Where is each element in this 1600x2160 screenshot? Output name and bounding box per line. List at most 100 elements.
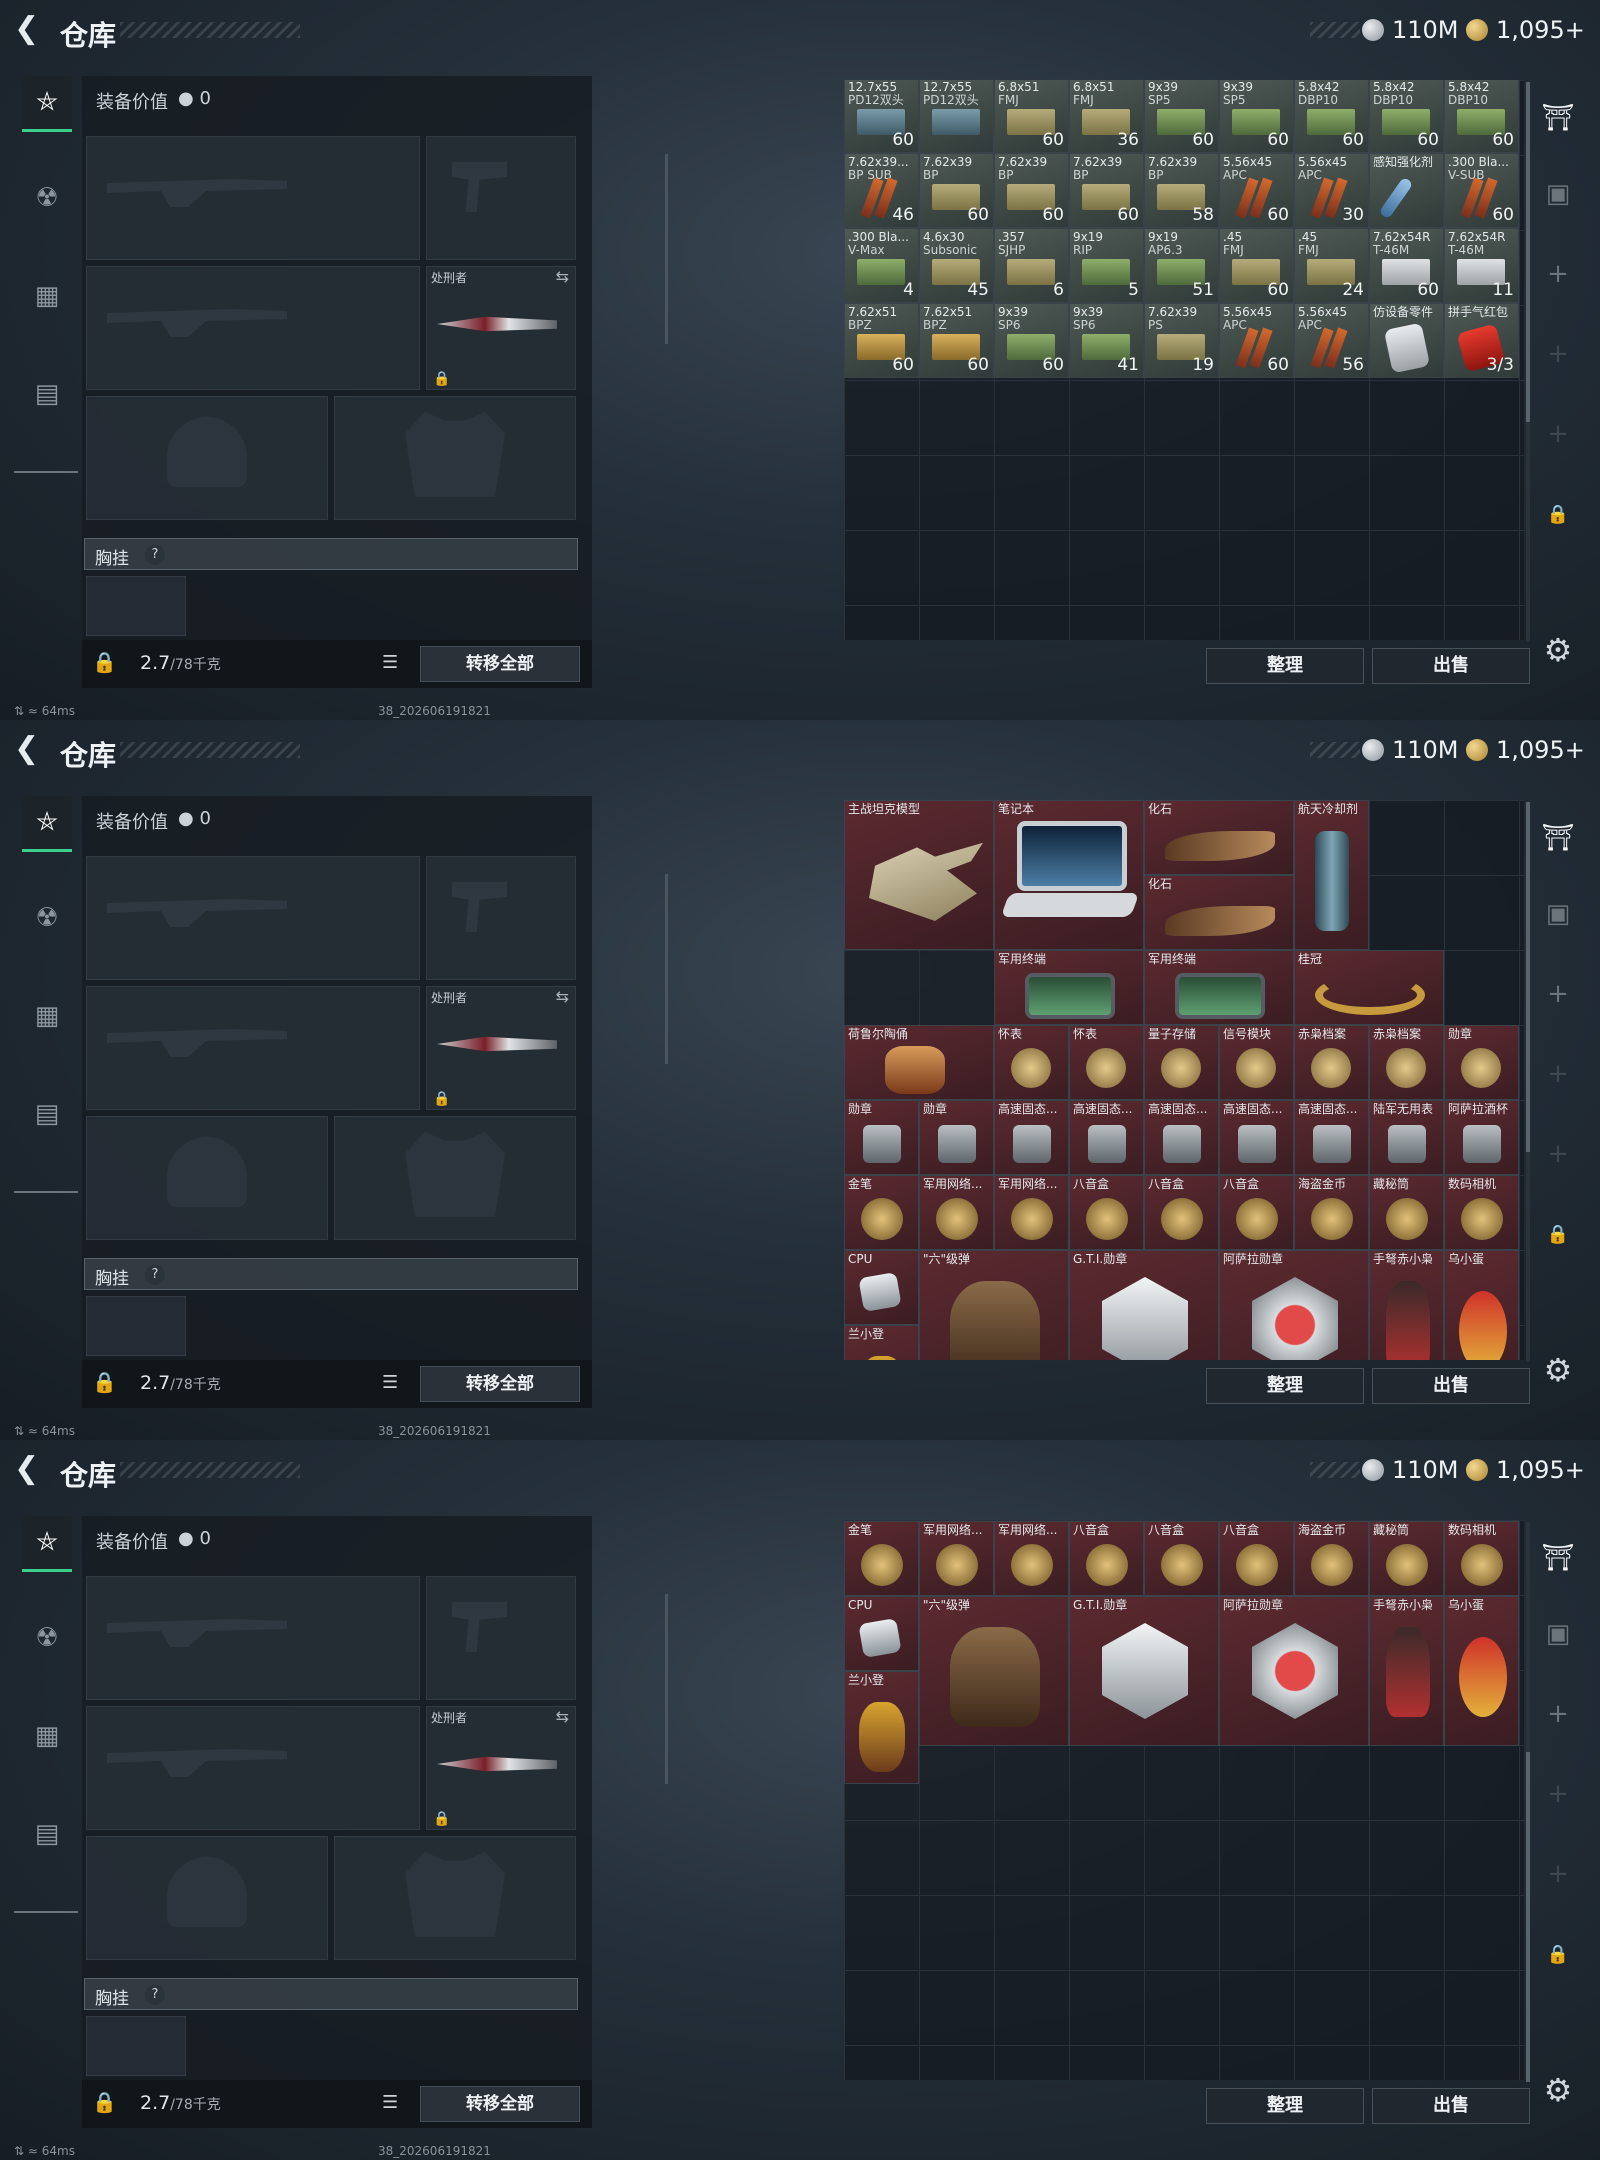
vest-tab-icon[interactable]: ▦ (22, 988, 72, 1044)
help-icon[interactable]: ? (145, 545, 165, 565)
chest-rig-header[interactable]: 胸挂? (84, 1978, 578, 2010)
ammo-item[interactable]: 6.8x51 FMJ 60 (994, 80, 1069, 153)
add-tab-icon[interactable]: + (1530, 966, 1586, 1022)
collectible[interactable]: 军用网络... (994, 1175, 1069, 1250)
gti-medal[interactable]: G.T.I.勋章 (1069, 1250, 1219, 1360)
collectible[interactable]: 八音盒 (1144, 1175, 1219, 1250)
vest-tab-icon[interactable]: ▦ (22, 1708, 72, 1764)
transfer-all-button[interactable]: 转移全部 (420, 646, 580, 682)
primary-weapon-slot[interactable] (86, 1576, 420, 1700)
secondary-weapon-slot[interactable] (86, 266, 420, 390)
secondary-weapon-slot[interactable] (86, 986, 420, 1110)
collectible[interactable]: 高速固态... (1144, 1100, 1219, 1175)
collectible[interactable]: 藏秘筒 (1369, 1175, 1444, 1250)
asala-medal[interactable]: 阿萨拉勋章 (1219, 1596, 1369, 1746)
add-tab-icon[interactable]: + (1530, 1686, 1586, 1742)
camera-tab-icon[interactable]: ▣ (1530, 166, 1586, 222)
gold-balance[interactable]: 1,095+ (1466, 1454, 1585, 1486)
collectible[interactable]: 高速固态... (994, 1100, 1069, 1175)
equipment-scrollbar[interactable] (665, 874, 668, 1064)
melee-slot[interactable]: 处刑者 ⇆ 🔒 (426, 986, 576, 1110)
cpu[interactable]: CPU (844, 1250, 919, 1325)
armor-slot[interactable] (334, 1116, 576, 1240)
ammo-item[interactable]: 12.7x55 PD12双头 (919, 80, 994, 153)
silver-balance[interactable]: 110M (1362, 734, 1459, 766)
fossil[interactable]: 化石 (1144, 800, 1294, 875)
add-tab-icon-3[interactable]: + (1530, 1846, 1586, 1902)
chest-rig-slot[interactable] (86, 1296, 186, 1356)
ammo-item[interactable]: .357 SJHP 6 (994, 228, 1069, 303)
padlock-icon[interactable]: 🔒 (92, 1370, 117, 1398)
collectible[interactable]: 勋章 (919, 1100, 994, 1175)
stash-grid[interactable]: 主战坦克模型 笔记本 化石 化石 航天冷却剂 军用终端 军用终端 桂冠 荷鲁尔陶俑 怀表 怀表 量子存… (844, 800, 1524, 1360)
silver-balance[interactable]: 110M (1362, 14, 1459, 46)
back-arrow-icon[interactable]: ❮ (14, 14, 44, 44)
camera-tab-icon[interactable]: ▣ (1530, 886, 1586, 942)
ammo-item[interactable]: 7.62x54R T-46M 60 (1369, 228, 1444, 303)
help-icon[interactable]: ? (145, 1265, 165, 1285)
lan-figure[interactable]: 兰小登 (844, 1671, 919, 1784)
chest-rig-slot[interactable] (86, 2016, 186, 2076)
add-tab-icon-3[interactable]: + (1530, 406, 1586, 462)
lan-figure[interactable]: 兰小登 (844, 1325, 919, 1360)
chest-rig-header[interactable]: 胸挂? (84, 1258, 578, 1290)
swap-icon[interactable]: ⇆ (556, 267, 569, 286)
stash-grid[interactable]: 金笔 军用网络... 军用网络... 八音盒 八音盒 八音盒 海盗金币 藏秘筒 数码相机 CPU "… (844, 1520, 1524, 2080)
helmet-slot[interactable] (86, 1836, 328, 1960)
pistol-slot[interactable] (426, 1576, 576, 1700)
gun-tab-icon[interactable]: ⛤ (22, 796, 72, 852)
ammo-item[interactable]: 7.62x39 BP 60 (994, 153, 1069, 228)
collectible[interactable]: 金笔 (844, 1521, 919, 1596)
collectible[interactable]: 陆军无用表 (1369, 1100, 1444, 1175)
ammo-item[interactable]: 7.62x39 PS 19 (1144, 303, 1219, 378)
settings-gear-icon[interactable]: ⚙ (1540, 632, 1576, 668)
sell-button[interactable]: 出售 (1372, 2088, 1530, 2124)
ammo-item[interactable]: 9x19 RIP 5 (1069, 228, 1144, 303)
ammo-item[interactable]: 9x39 SP5 60 (1219, 80, 1294, 153)
gold-balance[interactable]: 1,095+ (1466, 14, 1585, 46)
ammo-item[interactable]: 7.62x39... BP SUB 46 (844, 153, 919, 228)
sell-button[interactable]: 出售 (1372, 1368, 1530, 1404)
locked-tab-icon[interactable]: 🔒 (1530, 486, 1586, 542)
melee-slot[interactable]: 处刑者 ⇆ 🔒 (426, 266, 576, 390)
briefcase-tab-icon[interactable]: ▤ (22, 366, 72, 422)
sort-button[interactable]: 整理 (1206, 648, 1364, 684)
secondary-weapon-slot[interactable] (86, 1706, 420, 1830)
primary-weapon-slot[interactable] (86, 856, 420, 980)
ammo-item[interactable]: 9x19 AP6.3 51 (1144, 228, 1219, 303)
six-grade-bullet[interactable]: "六"级弹 (919, 1596, 1069, 1746)
settings-gear-icon[interactable]: ⚙ (1540, 1352, 1576, 1388)
collectible[interactable]: 军用网络... (919, 1175, 994, 1250)
safebox-icon[interactable]: ⛩ (1530, 810, 1586, 866)
ammo-item[interactable]: 5.56x45 APC 30 (1294, 153, 1369, 228)
collectible[interactable]: 八音盒 (1069, 1521, 1144, 1596)
settings-gear-icon[interactable]: ⚙ (1540, 2072, 1576, 2108)
ammo-item[interactable]: 4.6x30 Subsonic 45 (919, 228, 994, 303)
primary-weapon-slot[interactable] (86, 136, 420, 260)
collectible[interactable]: 赤枭档案 (1369, 1025, 1444, 1100)
swap-icon[interactable]: ⇆ (556, 1707, 569, 1726)
silver-balance[interactable]: 110M (1362, 1454, 1459, 1486)
collectible[interactable]: 八音盒 (1219, 1521, 1294, 1596)
add-tab-icon-2[interactable]: + (1530, 1046, 1586, 1102)
melee-slot[interactable]: 处刑者 ⇆ 🔒 (426, 1706, 576, 1830)
collectible[interactable]: 赤枭档案 (1294, 1025, 1369, 1100)
list-icon[interactable]: ☰ (382, 652, 408, 676)
laurel-crown[interactable]: 桂冠 (1294, 950, 1444, 1025)
gun-tab-icon[interactable]: ⛤ (22, 76, 72, 132)
collectible[interactable]: 八音盒 (1144, 1521, 1219, 1596)
ammo-item[interactable]: .45 FMJ 60 (1219, 228, 1294, 303)
ammo-item[interactable]: .300 Bla... V-Max 4 (844, 228, 919, 303)
red-owl-figure[interactable]: 手弩赤小枭 (1369, 1250, 1444, 1360)
ammo-item[interactable]: 7.62x39 BP 60 (1069, 153, 1144, 228)
gold-balance[interactable]: 1,095+ (1466, 734, 1585, 766)
armor-slot[interactable] (334, 396, 576, 520)
horus-figurine[interactable]: 荷鲁尔陶俑 (844, 1025, 994, 1100)
ammo-item[interactable]: 5.8x42 DBP10 60 (1444, 80, 1519, 153)
ammo-item[interactable]: 5.8x42 DBP10 60 (1294, 80, 1369, 153)
red-owl-figure[interactable]: 手弩赤小枭 (1369, 1596, 1444, 1746)
transfer-all-button[interactable]: 转移全部 (420, 1366, 580, 1402)
pistol-slot[interactable] (426, 136, 576, 260)
ammo-item[interactable]: 7.62x39 BP 58 (1144, 153, 1219, 228)
tank-model[interactable]: 主战坦克模型 (844, 800, 994, 950)
